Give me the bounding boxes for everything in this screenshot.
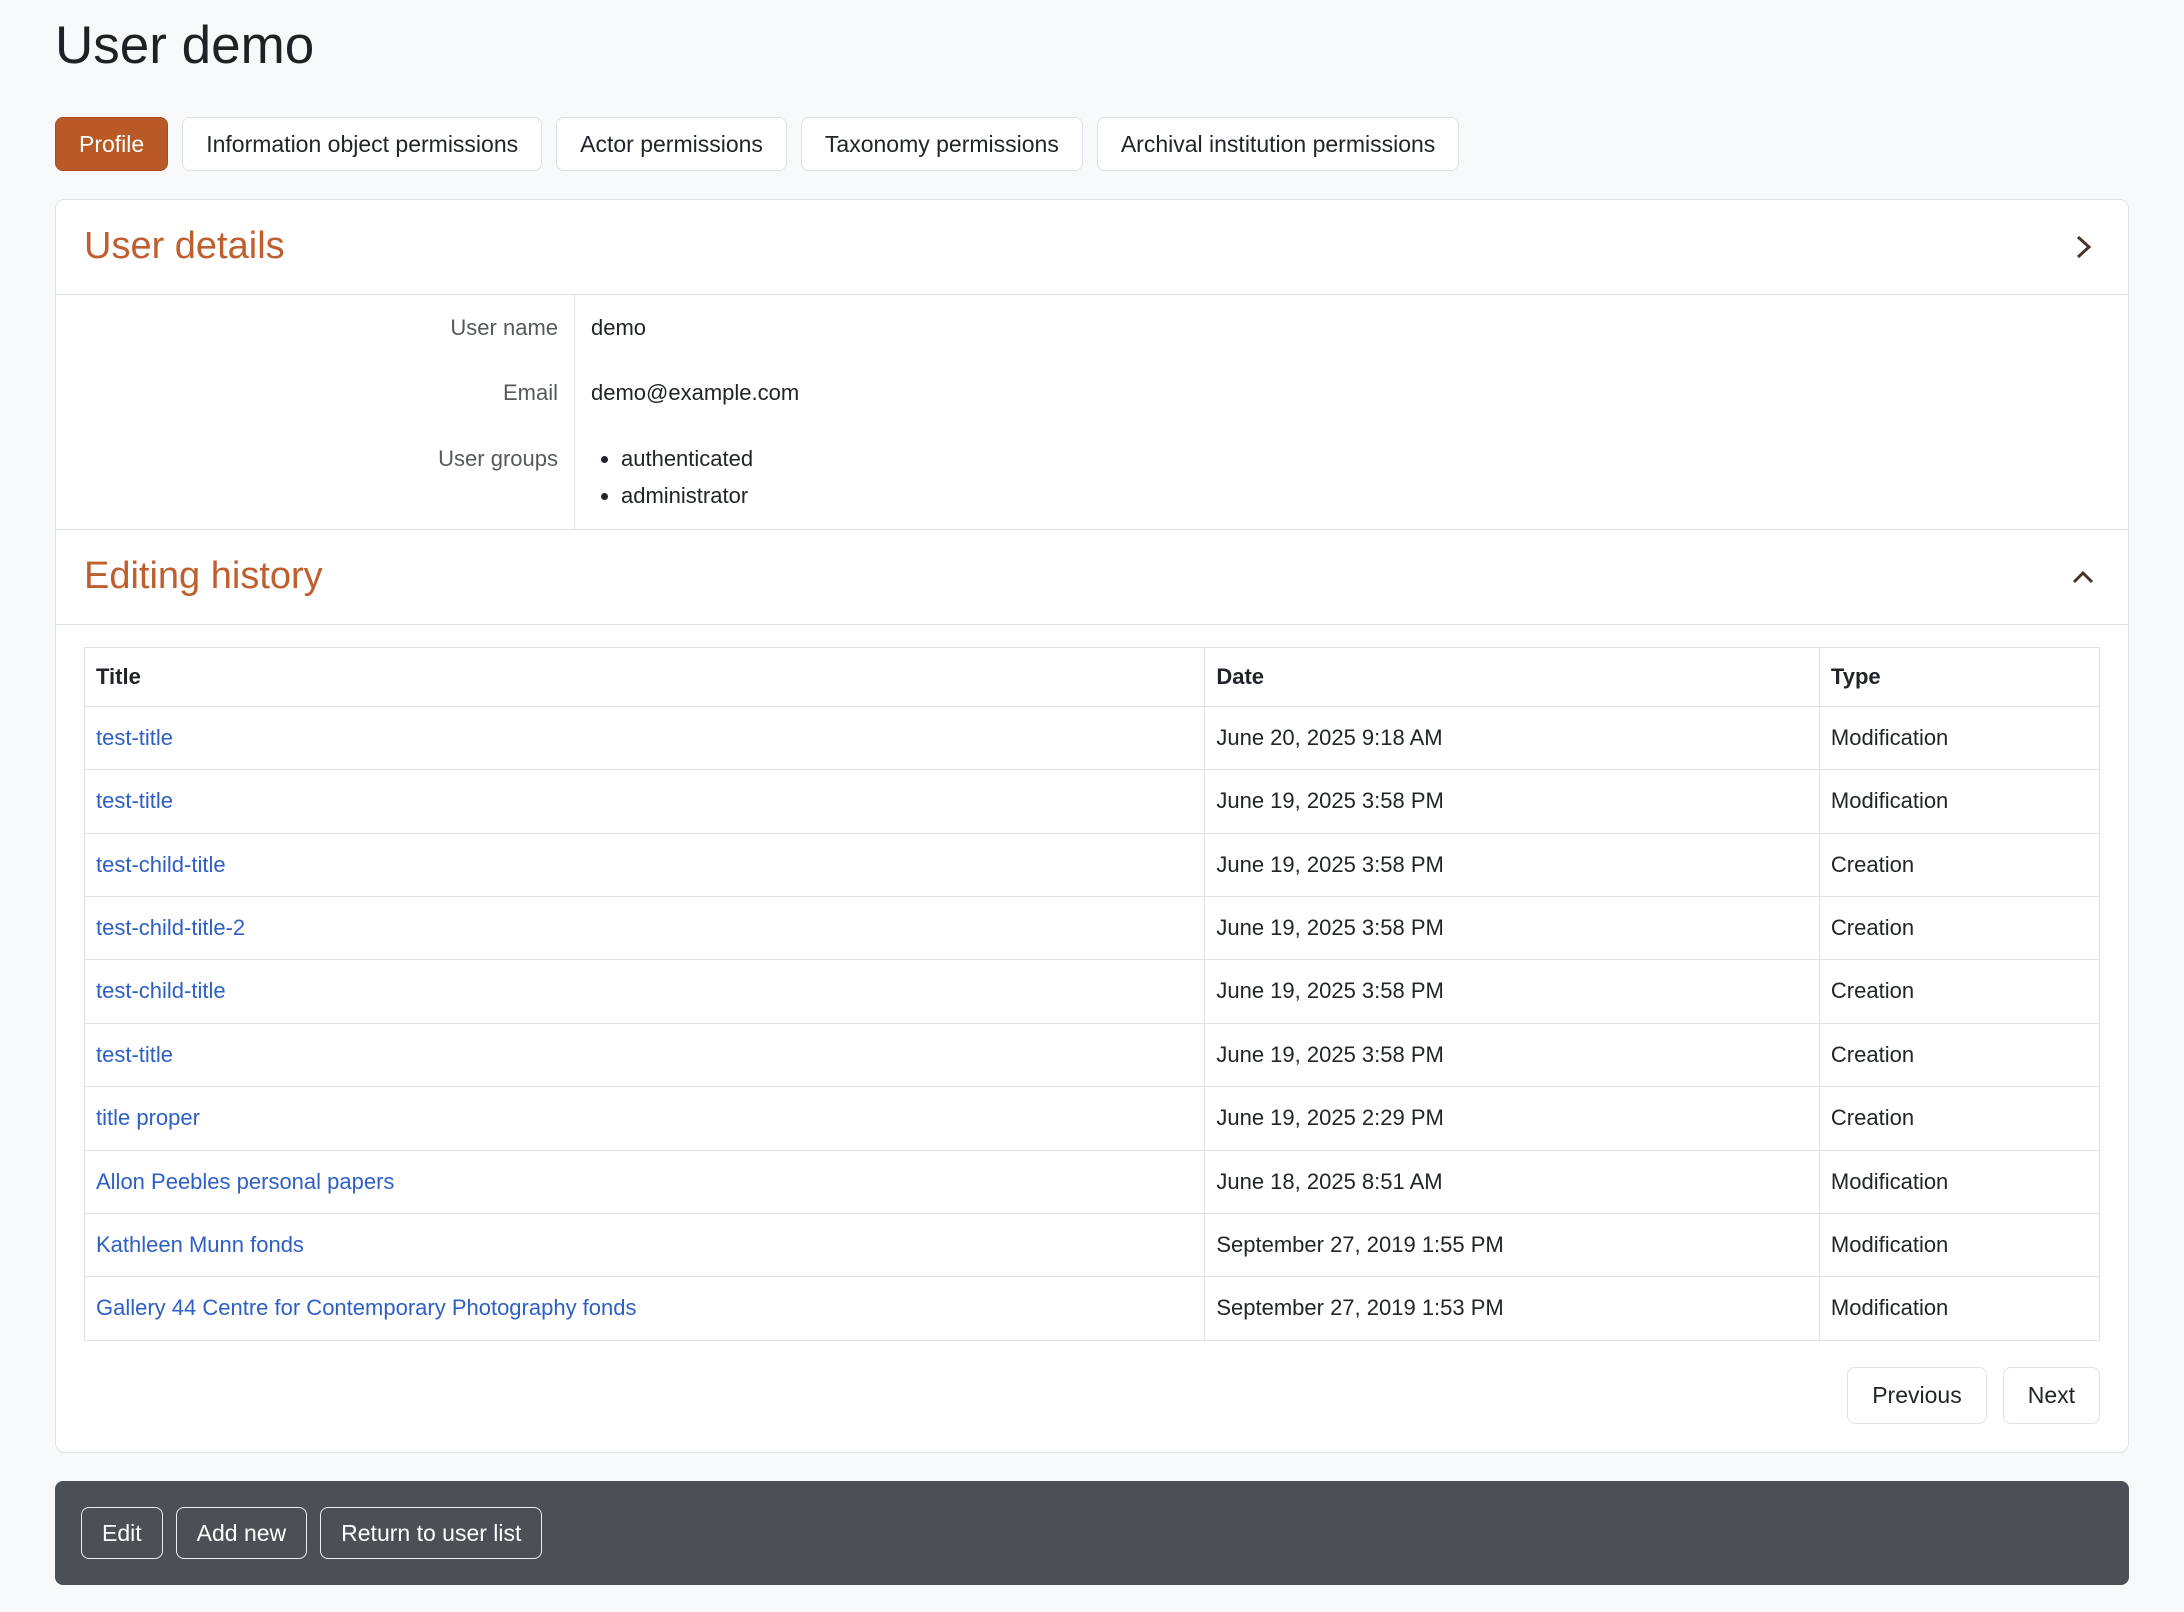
record-date: June 19, 2025 3:58 PM — [1205, 833, 1820, 896]
record-link[interactable]: test-child-title — [96, 978, 226, 1003]
record-link[interactable]: Gallery 44 Centre for Contemporary Photo… — [96, 1295, 637, 1320]
record-link[interactable]: title proper — [96, 1105, 200, 1130]
profile-card: User details User name demo Email demo@e… — [55, 199, 2129, 1452]
table-row: title proper June 19, 2025 2:29 PM Creat… — [85, 1087, 2100, 1150]
table-row: test-child-title June 19, 2025 3:58 PM C… — [85, 960, 2100, 1023]
return-to-user-list-button[interactable]: Return to user list — [320, 1507, 542, 1560]
pagination: Previous Next — [84, 1367, 2100, 1424]
record-type: Modification — [1819, 1214, 2099, 1277]
record-type: Creation — [1819, 1087, 2099, 1150]
record-date: June 19, 2025 2:29 PM — [1205, 1087, 1820, 1150]
record-date: June 18, 2025 8:51 AM — [1205, 1150, 1820, 1213]
email-label: Email — [56, 360, 575, 426]
record-link[interactable]: test-child-title-2 — [96, 915, 245, 940]
user-details-header[interactable]: User details — [56, 200, 2128, 294]
table-row: test-child-title June 19, 2025 3:58 PM C… — [85, 833, 2100, 896]
record-link[interactable]: test-title — [96, 1042, 173, 1067]
tab-information-object-permissions[interactable]: Information object permissions — [182, 117, 542, 172]
record-type: Creation — [1819, 897, 2099, 960]
column-header-date: Date — [1205, 647, 1820, 706]
user-details-section: User details User name demo Email demo@e… — [56, 200, 2128, 529]
page-title: User demo — [55, 14, 2129, 78]
email-value: demo@example.com — [575, 360, 815, 426]
record-date: September 27, 2019 1:53 PM — [1205, 1277, 1820, 1340]
editing-history-section: Editing history Title Date — [56, 529, 2128, 1452]
table-row: test-title June 20, 2025 9:18 AM Modific… — [85, 706, 2100, 769]
username-label: User name — [56, 295, 575, 361]
user-details-table: User name demo Email demo@example.com Us… — [56, 294, 2128, 529]
record-date: June 19, 2025 3:58 PM — [1205, 897, 1820, 960]
tab-actor-permissions[interactable]: Actor permissions — [556, 117, 787, 172]
record-link[interactable]: Kathleen Munn fonds — [96, 1232, 304, 1257]
record-type: Creation — [1819, 1023, 2099, 1086]
user-profile-page: User demo Profile Information object per… — [0, 0, 2184, 1609]
table-row: test-title June 19, 2025 3:58 PM Creatio… — [85, 1023, 2100, 1086]
record-type: Modification — [1819, 1150, 2099, 1213]
record-link[interactable]: Allon Peebles personal papers — [96, 1169, 394, 1194]
user-group-item: authenticated — [621, 445, 753, 473]
record-link[interactable]: test-title — [96, 725, 173, 750]
record-date: June 19, 2025 3:58 PM — [1205, 770, 1820, 833]
user-group-item: administrator — [621, 482, 753, 510]
editing-history-body: Title Date Type test-title June 20, 2025… — [56, 624, 2128, 1452]
previous-button[interactable]: Previous — [1847, 1367, 1986, 1424]
record-type: Creation — [1819, 833, 2099, 896]
add-new-button[interactable]: Add new — [176, 1507, 308, 1560]
column-header-title: Title — [85, 647, 1205, 706]
table-header-row: Title Date Type — [85, 647, 2100, 706]
table-row: Gallery 44 Centre for Contemporary Photo… — [85, 1277, 2100, 1340]
chevron-up-icon — [2066, 560, 2100, 594]
record-type: Modification — [1819, 1277, 2099, 1340]
user-groups-value: authenticated administrator — [575, 426, 769, 529]
next-button[interactable]: Next — [2003, 1367, 2100, 1424]
record-type: Modification — [1819, 770, 2099, 833]
tab-archival-institution-permissions[interactable]: Archival institution permissions — [1097, 117, 1459, 172]
record-date: June 19, 2025 3:58 PM — [1205, 960, 1820, 1023]
column-header-type: Type — [1819, 647, 2099, 706]
detail-row-email: Email demo@example.com — [56, 360, 2128, 426]
record-type: Modification — [1819, 706, 2099, 769]
tab-bar: Profile Information object permissions A… — [55, 117, 2129, 172]
user-groups-label: User groups — [56, 426, 575, 529]
record-type: Creation — [1819, 960, 2099, 1023]
user-details-title: User details — [84, 224, 285, 270]
chevron-right-icon — [2066, 230, 2100, 264]
table-row: Allon Peebles personal papers June 18, 2… — [85, 1150, 2100, 1213]
editing-history-table: Title Date Type test-title June 20, 2025… — [84, 647, 2100, 1341]
record-date: June 19, 2025 3:58 PM — [1205, 1023, 1820, 1086]
user-groups-list: authenticated administrator — [591, 445, 753, 510]
editing-history-title: Editing history — [84, 554, 323, 600]
edit-button[interactable]: Edit — [81, 1507, 163, 1560]
table-row: Kathleen Munn fonds September 27, 2019 1… — [85, 1214, 2100, 1277]
record-link[interactable]: test-child-title — [96, 852, 226, 877]
table-row: test-child-title-2 June 19, 2025 3:58 PM… — [85, 897, 2100, 960]
tab-profile[interactable]: Profile — [55, 117, 168, 172]
detail-row-username: User name demo — [56, 295, 2128, 361]
action-bar: Edit Add new Return to user list — [55, 1481, 2129, 1586]
table-row: test-title June 19, 2025 3:58 PM Modific… — [85, 770, 2100, 833]
editing-history-header[interactable]: Editing history — [56, 530, 2128, 624]
record-date: June 20, 2025 9:18 AM — [1205, 706, 1820, 769]
record-date: September 27, 2019 1:55 PM — [1205, 1214, 1820, 1277]
record-link[interactable]: test-title — [96, 788, 173, 813]
detail-row-user-groups: User groups authenticated administrator — [56, 426, 2128, 529]
tab-taxonomy-permissions[interactable]: Taxonomy permissions — [801, 117, 1083, 172]
username-value: demo — [575, 295, 662, 361]
